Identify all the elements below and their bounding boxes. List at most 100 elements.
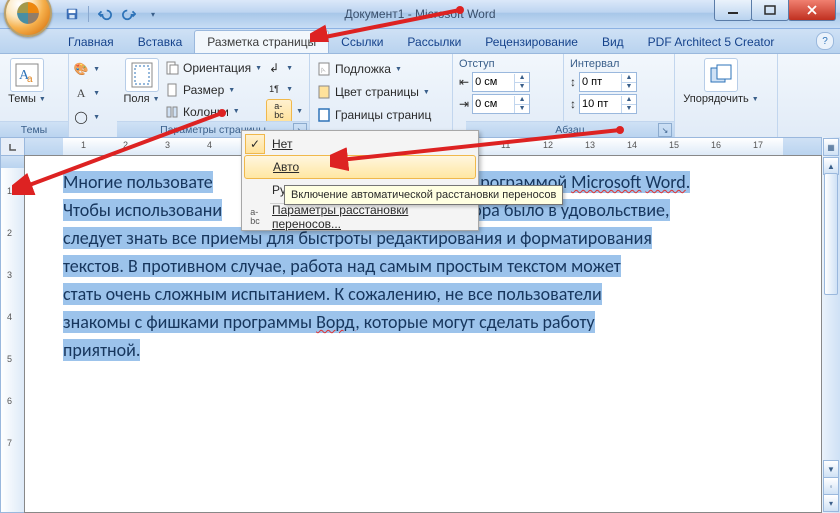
- hyphenation-menu: ✓ Нет Авто Ручная a-bc Параметры расстан…: [241, 130, 479, 231]
- columns-label: Колонки: [183, 105, 229, 119]
- tab-home[interactable]: Главная: [56, 31, 126, 53]
- quick-access-toolbar: ▾: [62, 4, 163, 24]
- tab-references[interactable]: Ссылки: [329, 31, 395, 53]
- text-word[interactable]: Word: [645, 171, 685, 193]
- spacing-before-input[interactable]: [580, 76, 620, 88]
- next-page[interactable]: ▾: [823, 494, 839, 512]
- minimize-button[interactable]: [714, 0, 752, 21]
- tab-review[interactable]: Рецензирование: [473, 31, 590, 53]
- arrange-button[interactable]: Упорядочить▼: [681, 58, 761, 105]
- spin-up[interactable]: ▲: [622, 96, 636, 105]
- help-button[interactable]: ?: [816, 32, 834, 50]
- watermark-label: Подложка: [335, 62, 391, 76]
- scrollbar-vertical[interactable]: ▦ ▲ ▼ ◦ ▾: [821, 137, 840, 513]
- save-button[interactable]: [62, 4, 82, 24]
- tab-page-layout[interactable]: Разметка страницы: [194, 30, 329, 53]
- themes-button[interactable]: Aa Темы▼: [6, 58, 48, 105]
- watermark-button[interactable]: A Подложка▼: [316, 58, 446, 80]
- title-bar: ▾ Документ1 - Microsoft Word: [0, 0, 840, 29]
- menu-none-label: Нет: [272, 137, 292, 151]
- spin-down[interactable]: ▼: [515, 83, 529, 91]
- hyphen-options-icon: a-bc: [244, 208, 266, 226]
- size-button[interactable]: Размер▼: [164, 80, 262, 101]
- menu-item-none[interactable]: ✓ Нет: [244, 133, 476, 155]
- spin-up[interactable]: ▲: [515, 74, 529, 83]
- group-page-setup: Поля▼ Ориентация▼ Размер▼ Колонки▼ ↲▼ 1: [117, 54, 310, 138]
- tab-selector[interactable]: [0, 137, 26, 157]
- text-line-5b[interactable]: пользователи: [497, 283, 602, 305]
- spacing-after-input[interactable]: [580, 98, 620, 110]
- text-line-6c[interactable]: , которые могут сделать работу: [355, 311, 594, 333]
- group-label-paragraph: Абзац ↘: [466, 121, 674, 138]
- indent-left-input[interactable]: [473, 76, 513, 88]
- indent-right-input[interactable]: [473, 98, 513, 110]
- group-arrange: Упорядочить▼ Упорядочить: [675, 54, 778, 138]
- paragraph-launcher[interactable]: ↘: [658, 123, 672, 137]
- page-borders-icon: [316, 107, 332, 123]
- office-icon: [15, 0, 41, 26]
- tab-view[interactable]: Вид: [590, 31, 636, 53]
- qat-separator: [88, 6, 89, 22]
- text-line-7[interactable]: приятной.: [63, 339, 140, 361]
- text-ms[interactable]: Microsoft: [571, 171, 641, 193]
- group-page-background: A Подложка▼ Цвет страницы▼ Границы стран…: [310, 54, 453, 138]
- undo-icon: [98, 7, 112, 21]
- spacing-after-field[interactable]: ▲▼: [579, 94, 637, 114]
- themes-label: Темы: [8, 94, 36, 105]
- maximize-button[interactable]: [751, 0, 789, 21]
- menu-item-options[interactable]: a-bc Параметры расстановки переносов...: [244, 206, 476, 228]
- text-line-2a[interactable]: Чтобы использовани: [63, 199, 222, 221]
- group-themes: Aa Темы▼ 🎨▼ A▼ ◯▼ Темы: [0, 54, 69, 138]
- margins-button[interactable]: Поля▼: [123, 58, 160, 106]
- indent-right-field[interactable]: ▲▼: [472, 94, 530, 114]
- redo-button[interactable]: [119, 4, 139, 24]
- hyphenation-button[interactable]: a-bc▼: [266, 100, 303, 122]
- close-icon: [806, 5, 818, 15]
- spin-up[interactable]: ▲: [515, 96, 529, 105]
- close-button[interactable]: [788, 0, 836, 21]
- tab-pdf-architect[interactable]: PDF Architect 5 Creator: [636, 31, 787, 53]
- prev-page[interactable]: ◦: [823, 477, 839, 495]
- ruler-toggle[interactable]: ▦: [823, 138, 839, 156]
- group-spacing: Интервал ↕ ▲▼ ↕ ▲▼ Абзац ↘: [564, 54, 675, 138]
- check-icon: ✓: [245, 134, 265, 154]
- tab-insert[interactable]: Вставка: [126, 31, 195, 53]
- text-line-4[interactable]: текстов. В противном случае, работа над …: [63, 255, 621, 277]
- text-line-1a[interactable]: Многие пользовате: [63, 171, 213, 193]
- spacing-before-field[interactable]: ▲▼: [579, 72, 637, 92]
- save-icon: [65, 7, 79, 21]
- text-line-6a[interactable]: знакомы с фишками программы: [63, 311, 316, 333]
- spin-down[interactable]: ▼: [622, 105, 636, 113]
- page-borders-button[interactable]: Границы страниц: [316, 104, 446, 126]
- indent-left-field[interactable]: ▲▼: [472, 72, 530, 92]
- undo-button[interactable]: [95, 4, 115, 24]
- columns-button[interactable]: Колонки▼: [164, 101, 262, 122]
- scroll-down[interactable]: ▼: [823, 460, 839, 478]
- page-borders-label: Границы страниц: [335, 108, 431, 122]
- orientation-button[interactable]: Ориентация▼: [164, 58, 262, 79]
- redo-icon: [122, 7, 136, 21]
- chevron-down-icon: ▼: [39, 96, 46, 103]
- page-color-label: Цвет страницы: [335, 85, 419, 99]
- text-vord[interactable]: Ворд: [316, 311, 355, 333]
- ruler-vertical[interactable]: 1234567: [0, 155, 26, 513]
- spin-down[interactable]: ▼: [622, 83, 636, 91]
- text-line-5a[interactable]: стать очень сложным испытанием. К сожале…: [63, 283, 497, 305]
- indent-left-icon: ⇤: [459, 75, 469, 89]
- scroll-thumb[interactable]: [824, 173, 838, 295]
- tab-mailings[interactable]: Рассылки: [395, 31, 473, 53]
- spin-down[interactable]: ▼: [515, 105, 529, 113]
- ribbon: Aa Темы▼ 🎨▼ A▼ ◯▼ Темы Поля▼ Ориентация▼: [0, 54, 840, 139]
- menu-auto-label: Авто: [273, 160, 299, 174]
- menu-item-auto[interactable]: Авто: [244, 155, 476, 179]
- line-numbers-button[interactable]: 1¶▼: [266, 79, 303, 99]
- line-numbers-icon: 1¶: [266, 81, 282, 97]
- spin-up[interactable]: ▲: [622, 74, 636, 83]
- watermark-icon: A: [316, 61, 332, 77]
- qat-customize[interactable]: ▾: [143, 4, 163, 24]
- page-color-button[interactable]: Цвет страницы▼: [316, 81, 446, 103]
- ruler-h-margin-left: [25, 138, 63, 156]
- spacing-before-icon: ↕: [570, 75, 576, 89]
- size-label: Размер: [183, 83, 224, 97]
- breaks-button[interactable]: ↲▼: [266, 58, 303, 78]
